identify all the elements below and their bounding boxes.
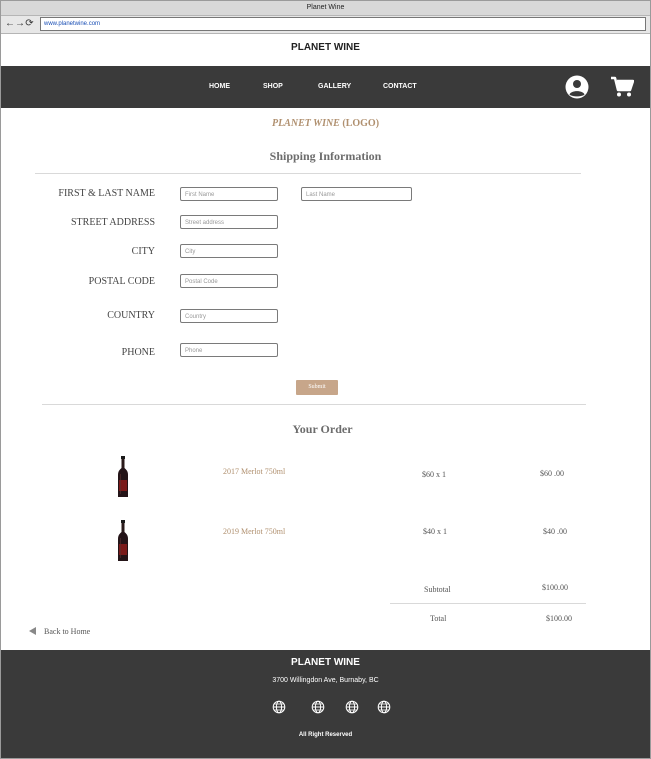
total-label: Total (430, 614, 447, 623)
window-title: Planet Wine (1, 1, 650, 16)
subtotal-label: Subtotal (424, 585, 451, 594)
logo-paren: (LOGO) (342, 118, 380, 129)
last-name-input[interactable]: Last Name (301, 187, 412, 201)
logo: PLANET WINE (LOGO) (1, 118, 650, 129)
divider (390, 603, 586, 604)
country-label: COUNTRY (107, 310, 155, 321)
subtotal-value: $100.00 (542, 583, 568, 592)
city-input[interactable]: City (180, 244, 278, 258)
order-item-qty: $40 x 1 (423, 527, 447, 536)
browser-nav-buttons: ←→⟳ (5, 17, 35, 31)
footer-copyright: All Right Reserved (298, 732, 353, 738)
address-bar-row: ←→⟳ www.planetwine.com (1, 16, 650, 34)
divider (42, 404, 586, 405)
footer-address: 3700 Willingdon Ave, Burnaby, BC (272, 677, 379, 684)
globe-icon[interactable] (377, 700, 391, 714)
submit-button[interactable]: Submit (296, 380, 338, 395)
back-link-label: Back to Home (44, 627, 91, 636)
first-name-input[interactable]: First Name (180, 187, 278, 201)
street-input[interactable]: Street address (180, 215, 278, 229)
order-item-price: $40 .00 (543, 527, 567, 536)
order-item-name[interactable]: 2019 Merlot 750ml (223, 527, 285, 536)
browser-window: Planet Wine ←→⟳ www.planetwine.com PLANE… (0, 0, 651, 759)
back-arrow-icon[interactable]: ← (5, 17, 15, 31)
globe-icon[interactable] (311, 700, 325, 714)
reload-icon[interactable]: ⟳ (25, 17, 35, 31)
shipping-heading: Shipping Information (269, 149, 382, 163)
site-brand[interactable]: PLANET WINE (1, 34, 650, 66)
back-to-home-link[interactable]: Back to Home (29, 627, 90, 636)
city-label: CITY (131, 246, 155, 257)
nav-shop[interactable]: SHOP (263, 66, 283, 108)
name-label: FIRST & LAST NAME (58, 188, 155, 199)
globe-icon[interactable] (345, 700, 359, 714)
back-triangle-icon (29, 627, 36, 636)
nav-gallery[interactable]: GALLERY (318, 66, 351, 108)
globe-icon[interactable] (272, 700, 286, 714)
phone-input[interactable]: Phone (180, 343, 278, 357)
logo-text: PLANET WINE (271, 118, 340, 129)
country-input[interactable]: Country (180, 309, 278, 323)
postal-input[interactable]: Postal Code (180, 274, 278, 288)
footer-brand: PLANET WINE (291, 657, 360, 668)
wine-bottle-image (118, 520, 128, 561)
account-icon[interactable] (565, 75, 589, 99)
street-label: STREET ADDRESS (71, 217, 155, 228)
nav-home[interactable]: HOME (209, 66, 230, 108)
order-item-qty: $60 x 1 (422, 470, 446, 479)
order-heading: Your Order (292, 422, 353, 436)
nav-contact[interactable]: CONTACT (383, 66, 417, 108)
url-field[interactable]: www.planetwine.com (40, 17, 646, 31)
main-nav: HOME SHOP GALLERY CONTACT (1, 66, 650, 108)
order-item-price: $60 .00 (540, 469, 564, 478)
total-value: $100.00 (546, 614, 572, 623)
divider (35, 173, 581, 174)
phone-label: PHONE (121, 347, 155, 358)
wine-bottle-image (118, 456, 128, 497)
forward-arrow-icon[interactable]: → (15, 17, 25, 31)
postal-label: POSTAL CODE (88, 276, 155, 287)
cart-icon[interactable] (610, 76, 634, 98)
order-item-name[interactable]: 2017 Merlot 750ml (223, 467, 285, 476)
footer: PLANET WINE 3700 Willingdon Ave, Burnaby… (1, 650, 650, 758)
